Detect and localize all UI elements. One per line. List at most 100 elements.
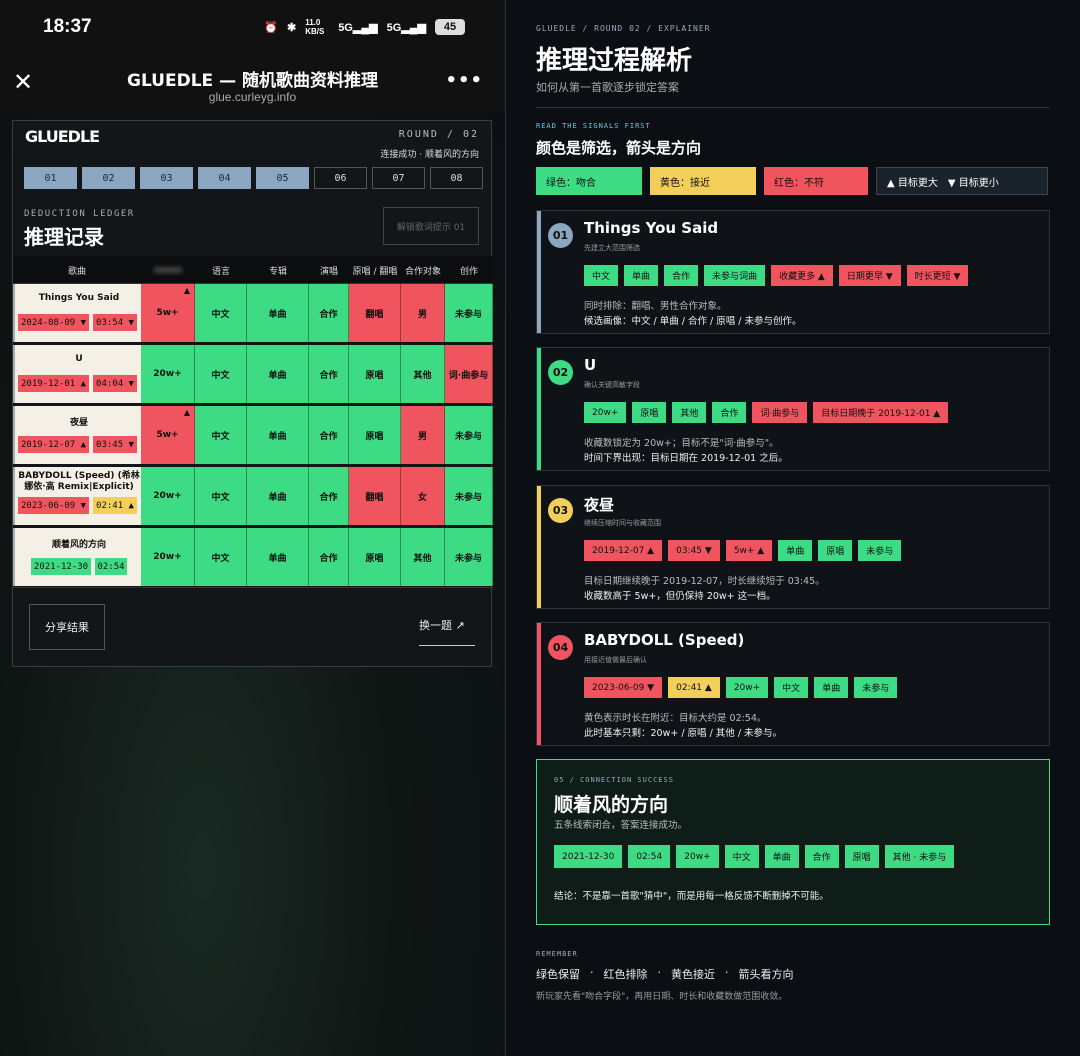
result-cell: 合作 [309, 345, 349, 403]
result-cell: 单曲 [247, 528, 309, 586]
round-label: ROUND / 02 [398, 129, 479, 140]
signal-chip: 其他 [672, 402, 707, 423]
step-note: 同时排除：翻唱、男性合作对象。 [584, 301, 727, 312]
result-cell: 单曲 [247, 467, 309, 525]
signal-chip: 单曲 [814, 677, 849, 698]
final-chips: 2021-12-30 02:54 20w+ 中文 单曲 合作 原唱 其他 · 未参与 [554, 845, 955, 868]
accent-bar [537, 211, 541, 333]
step-song-name: U [584, 356, 597, 374]
legend-item: 绿色：吻合 [536, 167, 642, 195]
explainer-kicker: GLUEDLE / ROUND 02 / EXPLAINER [536, 24, 711, 33]
signal-chip: 20w+ [584, 402, 627, 423]
result-cell: 5w+ ▲ [141, 284, 195, 342]
signal-chip: 03:45 ▼ [668, 540, 720, 561]
cell-value: 20w+ [153, 552, 182, 562]
date-badge: 2024-08-09 ▼ [18, 314, 89, 331]
explainer-title: 推理过程解析 [536, 46, 693, 76]
ledger-label: DEDUCTION LEDGER [24, 209, 135, 219]
signal-chip: 单曲 [624, 265, 659, 286]
status-time: 18:37 [43, 16, 92, 37]
logo: GLUEDLE [25, 127, 100, 146]
signal-chip: 原唱 [632, 402, 667, 423]
network-speed: 11.0 KB/S [305, 18, 325, 36]
step-number: 01 [548, 223, 573, 248]
page-title: GLUEDLE — 随机歌曲资料推理 [127, 71, 378, 91]
col-header: 歌曲 [67, 266, 86, 277]
cell-value: 未参与 [454, 553, 482, 564]
cell-value: 翻唱 [365, 492, 384, 503]
song-cell: 顺着风的方向 2021-12-30 02:54 [13, 528, 141, 586]
remember-item: · [590, 966, 594, 979]
share-button[interactable]: 分享结果 [29, 604, 105, 650]
step-number: 02 [548, 360, 573, 385]
final-conclusion: 结论：不是靠一首歌"猜中"，而是用每一格反馈不断删掉不可能。 [554, 891, 829, 902]
legend-item: ▲ 目标更大 ▼ 目标更小 [876, 167, 1048, 195]
game-card: GLUEDLE ROUND / 02 连接成功 · 顺着风的方向 01 02 03 0… [12, 120, 493, 667]
col-header [141, 256, 195, 284]
cell-value: 原唱 [365, 553, 384, 564]
cell-value: 中文 [211, 309, 230, 320]
result-cell: 翻唱 [349, 467, 401, 525]
lyric-hint-button[interactable]: 解锁歌词提示 01 [383, 207, 479, 245]
phone-screen: 18:37 ⏰ ✱ 11.0 KB/S 5G▂▄▆ 5G▂▄▆ 45 ✕ GLU… [0, 0, 505, 1056]
answer-chip: 其他 · 未参与 [884, 845, 955, 868]
cell-value: 单曲 [268, 309, 287, 320]
signal-chip: 合作 [712, 402, 747, 423]
cell-value: 合作 [319, 370, 338, 381]
screenshot-root: 18:37 ⏰ ✱ 11.0 KB/S 5G▂▄▆ 5G▂▄▆ 45 ✕ GLU… [0, 0, 1080, 1056]
cell-value: 合作 [319, 431, 338, 442]
cell-value: 单曲 [268, 370, 287, 381]
signal-chip: 02:41 ▲ [668, 677, 720, 698]
date-badge: 2021-12-30 [31, 558, 91, 575]
legend-item: 黄色：接近 [650, 167, 756, 195]
signal-chip: 2019-12-07 ▲ [584, 540, 663, 561]
answer-chip: 20w+ [676, 845, 719, 868]
result-cell: 原唱 [349, 345, 401, 403]
next-puzzle-button[interactable]: 换一题 ↗ [419, 617, 475, 646]
status-bar: 18:37 ⏰ ✱ 11.0 KB/S 5G▂▄▆ 5G▂▄▆ 45 [0, 0, 505, 56]
cell-value: 中文 [211, 492, 230, 503]
cell-value: 单曲 [268, 431, 287, 442]
cell-value: 中文 [211, 553, 230, 564]
ledger-table: 歌曲 语言 专辑 演唱 原唱 / 翻唱 合作对象 创作 Things You Said 202… [13, 256, 493, 589]
step-chip-03: 03 [140, 167, 193, 189]
step-summary: 此时基本只剩：20w+ / 原唱 / 其他 / 未参与。 [584, 728, 783, 739]
step-song-name: 夜昼 [584, 496, 615, 514]
step-card-01: 01 Things You Said 先建立大范围筛选 中文 单曲 合作 未参与词曲 收藏更多… [536, 210, 1050, 334]
signal-chip: 时长更短 ▼ [906, 265, 969, 286]
answer-chip: 02:54 [628, 845, 671, 868]
step-tagline: 继续压缩时间与收藏范围 [584, 519, 661, 527]
final-subtitle: 五条线索闭合，答案连接成功。 [554, 820, 688, 831]
answer-chip: 合作 [804, 845, 839, 868]
color-legend: 绿色：吻合 黄色：接近 红色：不符 ▲ 目标更大 ▼ 目标更小 [536, 167, 1048, 195]
page-url: glue.curleyg.info [208, 90, 297, 104]
accent-bar [537, 623, 541, 745]
signal-chip: 目标日期晚于 2019-12-01 ▲ [813, 402, 949, 423]
remember-item: 红色排除 [603, 968, 648, 981]
song-cell: 夜昼 2019-12-07 ▲ 03:45 ▼ [13, 406, 141, 464]
table-row: 夜昼 2019-12-07 ▲ 03:45 ▼ 5w+ ▲ 中文 单曲 合作 原唱 男 未参与 [13, 406, 493, 467]
signal-chip: 2023-06-09 ▼ [584, 677, 663, 698]
cell-value: 5w+ [156, 308, 179, 318]
signal-chip: 原唱 [818, 540, 853, 561]
cell-value: 合作 [319, 492, 338, 503]
result-cell: 中文 [195, 528, 247, 586]
more-icon[interactable]: ••• [445, 70, 483, 91]
step-tagline: 先建立大范围筛选 [584, 244, 640, 252]
signals-label: READ THE SIGNALS FIRST [536, 122, 651, 130]
result-cell: 20w+ [141, 467, 195, 525]
browser-titlebar: ✕ GLUEDLE — 随机歌曲资料推理 glue.curleyg.info •… [0, 56, 505, 112]
signal-chip: 中文 [774, 677, 809, 698]
step-song-name: Things You Said [584, 219, 719, 237]
step-chips: 2023-06-09 ▼ 02:41 ▲ 20w+ 中文 单曲 未参与 [584, 677, 898, 698]
col-header: 创作 [459, 266, 478, 277]
cell-value: 其他 [413, 553, 432, 564]
result-cell: 20w+ [141, 345, 195, 403]
song-cell: BABYDOLL (Speed) (希林娜依·高 Remix|Explicit)… [13, 467, 141, 525]
result-cell: 未参与 [445, 284, 493, 342]
result-cell: 男 [401, 406, 445, 464]
step-card-04: 04 BABYDOLL (Speed) 用接近值做最后确认 2023-06-09 ▼ 0… [536, 622, 1050, 746]
result-cell: 未参与 [445, 528, 493, 586]
table-row: Things You Said 2024-08-09 ▼ 03:54 ▼ 5w+ ▲ 中文… [13, 284, 493, 345]
col-header: 语言 [211, 266, 230, 277]
